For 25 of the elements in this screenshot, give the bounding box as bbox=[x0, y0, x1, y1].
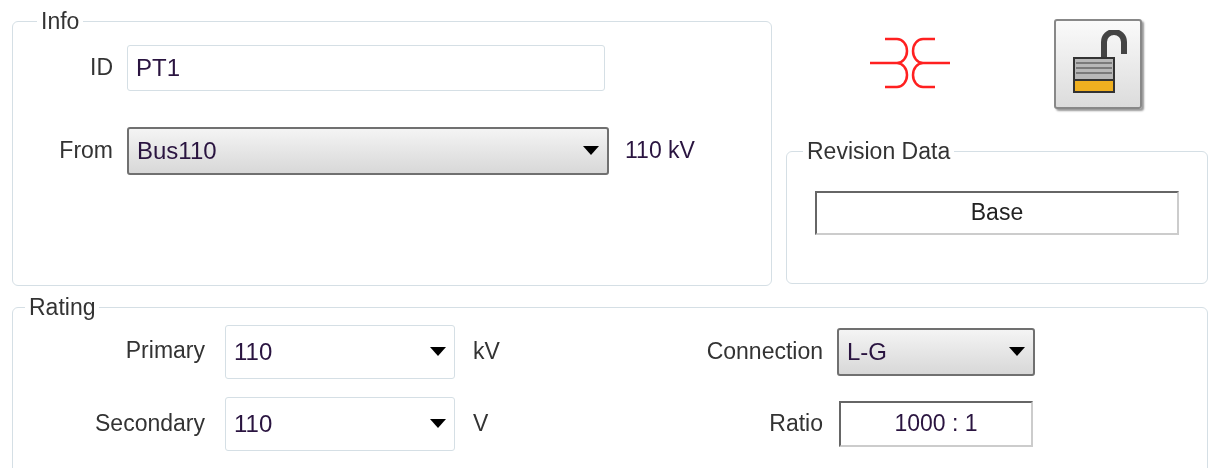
field-label: Connection bbox=[705, 337, 823, 367]
revision-field: Base bbox=[815, 190, 1179, 235]
ratio-field: 1000 : 1 bbox=[839, 400, 1033, 447]
group-title: Info bbox=[40, 7, 81, 36]
caret-icon bbox=[430, 419, 446, 428]
field-label: ID bbox=[89, 53, 113, 83]
caret-icon bbox=[583, 146, 599, 155]
transformer-symbol-icon bbox=[870, 37, 950, 91]
caret-icon bbox=[1009, 347, 1025, 356]
field-label: Ratio bbox=[768, 409, 823, 439]
primary-dropdown[interactable]: 110 bbox=[225, 324, 455, 379]
from-dropdown[interactable]: Bus110 bbox=[127, 126, 609, 175]
secondary-dropdown[interactable]: 110 bbox=[225, 396, 455, 451]
id-field[interactable]: PT1 bbox=[127, 44, 605, 91]
unit-text: kV bbox=[473, 337, 501, 367]
unit-text: V bbox=[473, 409, 490, 439]
group-title: Rating bbox=[28, 293, 97, 322]
group-title: Revision Data bbox=[806, 137, 952, 166]
lock-button[interactable] bbox=[1054, 19, 1142, 109]
field-label: From bbox=[58, 136, 113, 166]
caret-icon bbox=[430, 347, 446, 356]
field-label: Primary bbox=[124, 335, 205, 365]
field-label: Secondary bbox=[94, 409, 205, 439]
connection-dropdown[interactable]: L-G bbox=[837, 327, 1035, 376]
voltage-text: 110 kV bbox=[625, 136, 695, 166]
